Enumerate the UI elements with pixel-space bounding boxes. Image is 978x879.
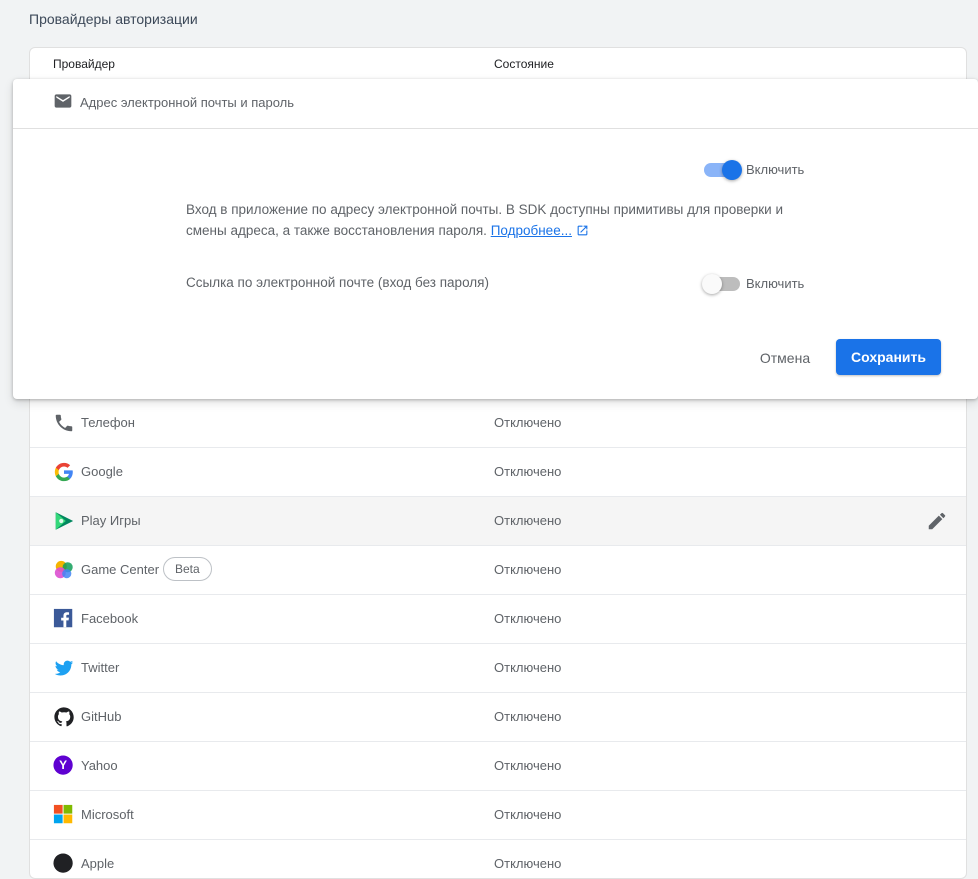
provider-row-yahoo[interactable]: Y Yahoo Отключено <box>30 741 966 790</box>
enable-toggle-label: Включить <box>746 162 805 177</box>
provider-state: Отключено <box>494 758 562 773</box>
toggle-knob <box>722 160 742 180</box>
provider-name: Google <box>81 464 123 479</box>
provider-name: Телефон <box>81 415 135 430</box>
edit-icon[interactable] <box>926 510 948 532</box>
game-center-icon <box>54 560 73 579</box>
provider-row-phone[interactable]: Телефон Отключено <box>30 398 966 447</box>
provider-row-github[interactable]: GitHub Отключено <box>30 692 966 741</box>
enable-toggle[interactable] <box>704 160 742 180</box>
provider-row-apple[interactable]: Apple Отключено <box>30 839 966 878</box>
provider-name: Microsoft <box>81 807 134 822</box>
cancel-button[interactable]: Отмена <box>753 340 817 376</box>
provider-row-facebook[interactable]: Facebook Отключено <box>30 594 966 643</box>
panel-header[interactable]: Адрес электронной почты и пароль <box>13 79 978 129</box>
yahoo-icon: Y <box>53 755 73 775</box>
provider-row-play-games[interactable]: Play Игры Отключено <box>30 496 966 545</box>
provider-state: Отключено <box>494 513 562 528</box>
svg-text:Y: Y <box>59 758 67 772</box>
toggle-knob <box>702 274 722 294</box>
provider-row-microsoft[interactable]: Microsoft Отключено <box>30 790 966 839</box>
column-header-provider: Провайдер <box>53 57 115 71</box>
email-link-label: Ссылка по электронной почте (вход без па… <box>186 275 489 290</box>
section-title: Провайдеры авторизации <box>29 11 198 27</box>
apple-icon <box>53 853 73 873</box>
provider-name: Apple <box>81 856 115 871</box>
provider-description: Вход в приложение по адресу электронной … <box>186 199 826 241</box>
play-games-icon <box>55 512 74 530</box>
provider-state: Отключено <box>494 464 562 479</box>
table-header: Провайдер Состояние <box>30 48 966 78</box>
provider-name: Facebook <box>81 611 139 626</box>
column-header-state: Состояние <box>494 57 554 71</box>
provider-name: GitHub <box>81 709 122 724</box>
provider-state: Отключено <box>494 415 562 430</box>
email-password-panel: Адрес электронной почты и пароль Включит… <box>13 79 978 399</box>
provider-state: Отключено <box>494 856 562 871</box>
facebook-icon <box>53 608 73 628</box>
provider-state: Отключено <box>494 660 562 675</box>
provider-state: Отключено <box>494 807 562 822</box>
external-link-icon[interactable] <box>576 224 589 237</box>
mail-icon <box>54 94 72 108</box>
provider-name: Twitter <box>81 660 120 675</box>
provider-state: Отключено <box>494 562 562 577</box>
panel-title: Адрес электронной почты и пароль <box>80 95 295 110</box>
provider-name: Play Игры <box>81 513 141 528</box>
twitter-icon <box>54 660 74 676</box>
provider-row-twitter[interactable]: Twitter Отключено <box>30 643 966 692</box>
beta-badge: Beta <box>163 557 212 581</box>
provider-name: Game Center <box>81 562 160 577</box>
github-icon <box>54 707 74 727</box>
provider-state: Отключено <box>494 709 562 724</box>
provider-row-game-center[interactable]: Game Center Beta Отключено <box>30 545 966 594</box>
email-link-toggle[interactable] <box>702 274 740 294</box>
provider-name: Yahoo <box>81 758 118 773</box>
learn-more-link[interactable]: Подробнее... <box>491 223 572 238</box>
phone-icon <box>55 414 73 432</box>
microsoft-icon <box>53 804 73 824</box>
provider-state: Отключено <box>494 611 562 626</box>
save-button[interactable]: Сохранить <box>836 339 941 375</box>
email-link-toggle-label: Включить <box>746 276 805 291</box>
description-text: Вход в приложение по адресу электронной … <box>186 202 784 238</box>
google-icon <box>54 462 73 482</box>
provider-row-google[interactable]: Google Отключено <box>30 447 966 496</box>
